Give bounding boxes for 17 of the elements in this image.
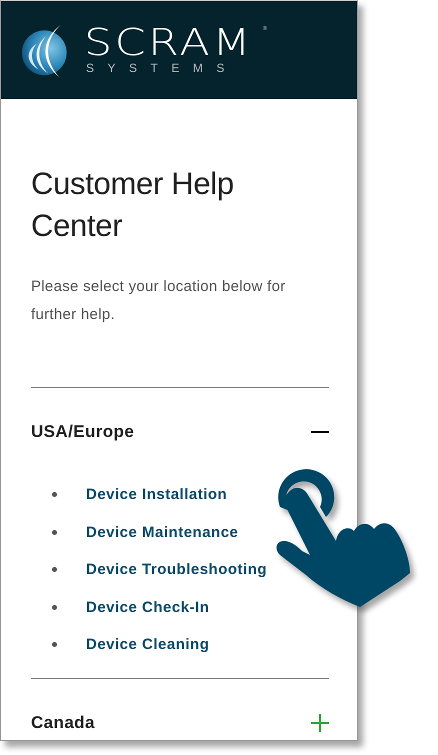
bullet-icon	[52, 604, 57, 610]
intro-text: Please select your location below for further help.	[31, 277, 287, 325]
help-link[interactable]: Device Troubleshooting	[86, 561, 268, 578]
logo-wordmark: SCRAM	[84, 25, 253, 61]
section-heading[interactable]: USA/Europe	[31, 422, 134, 442]
section-heading[interactable]: Canada	[31, 712, 95, 732]
page-title: Customer Help Center	[31, 165, 235, 245]
bullet-icon	[52, 492, 57, 498]
help-link[interactable]: Device Maintenance	[86, 524, 238, 541]
expand-icon[interactable]	[311, 714, 329, 732]
help-link[interactable]: Device Cleaning	[86, 636, 210, 654]
bullet-icon	[52, 530, 57, 535]
bullet-icon	[52, 642, 57, 648]
logo-tagline: SYSTEMS	[86, 61, 239, 75]
help-link[interactable]: Device Check-In	[86, 598, 210, 616]
bullet-icon	[52, 567, 57, 572]
help-link[interactable]: Device Installation	[86, 486, 228, 504]
